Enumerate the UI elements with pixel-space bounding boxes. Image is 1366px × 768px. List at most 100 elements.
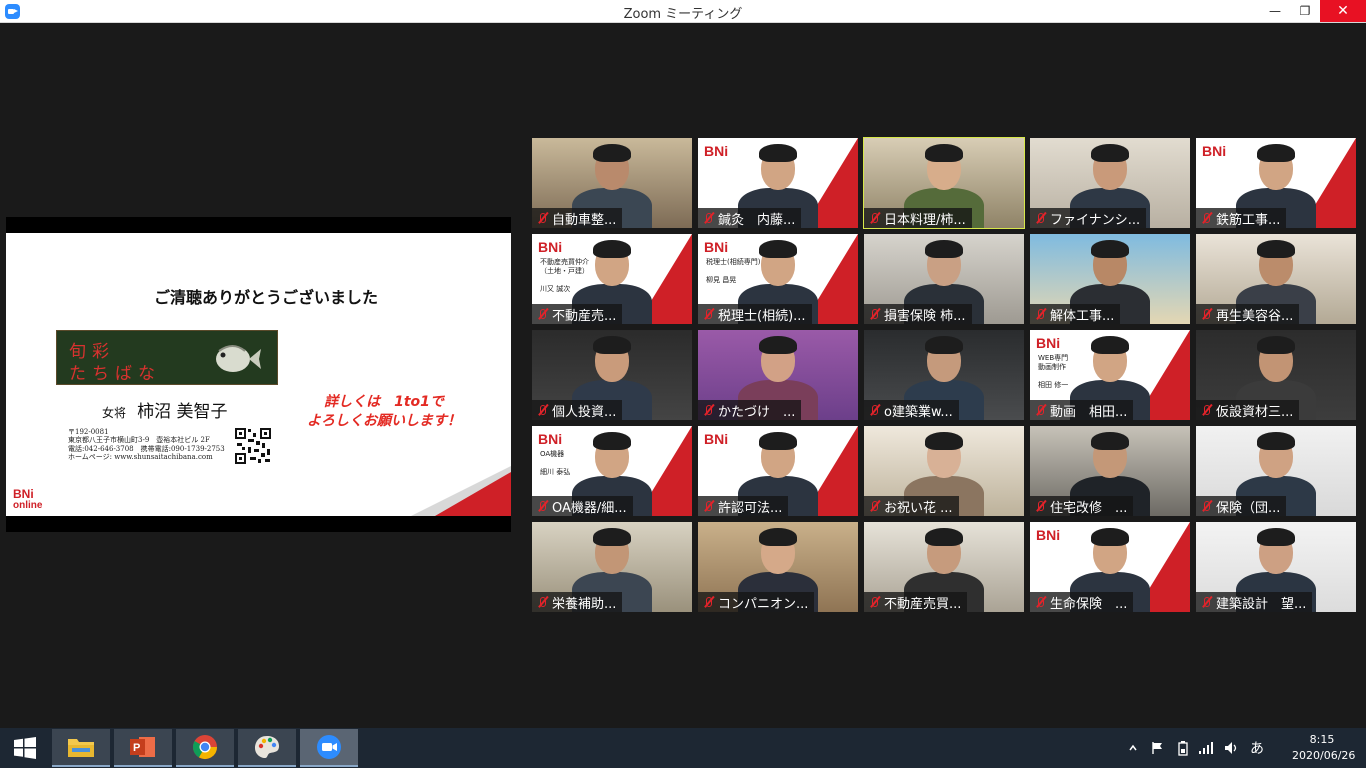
taskbar-powerpoint[interactable]: P	[114, 729, 172, 767]
clock-time: 8:15	[1309, 733, 1335, 746]
taskbar-explorer[interactable]	[52, 729, 110, 767]
participant-tile[interactable]: 不動産売買...	[864, 522, 1024, 612]
muted-mic-icon	[702, 500, 714, 514]
participant-name: 生命保険 ...	[1050, 597, 1128, 612]
muted-mic-icon	[702, 404, 714, 418]
shop-sign: 旬彩 たちばな	[56, 330, 278, 385]
participant-tile[interactable]: 個人投資...	[532, 330, 692, 420]
slide-title: ご清聴ありがとうございました	[153, 288, 378, 307]
ime-indicator[interactable]: あ	[1250, 728, 1264, 768]
volume-indicator[interactable]	[1224, 728, 1240, 768]
zoom-icon	[317, 735, 341, 759]
address-block: 〒192-0081 東京都八王子市横山町3-9 壺裕本社ビル 2F 電話:042…	[68, 428, 225, 462]
participant-name: 日本料理/柿...	[884, 213, 966, 228]
muted-mic-icon	[536, 404, 548, 418]
participant-tile[interactable]: コンパニオン...	[698, 522, 858, 612]
taskbar-paint[interactable]	[238, 729, 296, 767]
muted-mic-icon	[868, 596, 880, 610]
participant-tile[interactable]: o建築業w...	[864, 330, 1024, 420]
taskbar-zoom[interactable]	[300, 729, 358, 767]
participant-name-label: 住宅改修 ...	[1030, 496, 1134, 516]
brand-subtext: online	[13, 500, 43, 511]
participant-tile[interactable]: 再生美容谷...	[1196, 234, 1356, 324]
network-indicator[interactable]	[1198, 728, 1214, 768]
muted-mic-icon	[868, 308, 880, 322]
close-button[interactable]: ✕	[1320, 0, 1366, 22]
participant-name-label: 動画 相田...	[1030, 400, 1134, 420]
system-clock[interactable]: 8:15 2020/06/26	[1292, 732, 1356, 764]
participant-tile[interactable]: 解体工事...	[1030, 234, 1190, 324]
participant-name: 建築設計 望...	[1216, 597, 1307, 612]
muted-mic-icon	[702, 596, 714, 610]
participant-tile[interactable]: お祝い花 ...	[864, 426, 1024, 516]
show-hidden-icons[interactable]	[1128, 728, 1138, 768]
participant-tile[interactable]: BNi 不動産売買仲介 （土地・戸建） 川又 誠次 不動産売...	[532, 234, 692, 324]
svg-text:P: P	[133, 742, 140, 754]
speaker-icon	[1225, 742, 1237, 754]
battery-indicator[interactable]	[1176, 728, 1190, 768]
muted-mic-icon	[868, 404, 880, 418]
muted-mic-icon	[1200, 212, 1212, 226]
muted-mic-icon	[536, 212, 548, 226]
participant-name-label: 鍼灸 内藤...	[698, 208, 802, 228]
participant-name: コンパニオン...	[718, 597, 809, 612]
participant-tile[interactable]: 住宅改修 ...	[1030, 426, 1190, 516]
bni-online-logo: BNi online	[13, 487, 43, 511]
participant-tile[interactable]: 保険（団...	[1196, 426, 1356, 516]
address-line: ホームページ: www.shunsaitachibana.com	[68, 453, 213, 462]
participant-tile[interactable]: 自動車整...	[532, 138, 692, 228]
participant-tile[interactable]: BNi 税理士(相続専門) 柳見 昌晃 税理士(相続)...	[698, 234, 858, 324]
participant-tile[interactable]: 栄養補助...	[532, 522, 692, 612]
participant-name: 個人投資...	[552, 405, 617, 420]
clock-date: 2020/06/26	[1292, 749, 1356, 762]
participant-name: 許認可法...	[718, 501, 783, 516]
participant-name: 動画 相田...	[1050, 405, 1128, 420]
participant-tile[interactable]: BNi 生命保険 ...	[1030, 522, 1190, 612]
participant-name-label: 栄養補助...	[532, 592, 623, 612]
chrome-icon	[192, 735, 217, 760]
name-card-text: 不動産売買仲介 （土地・戸建） 川又 誠次	[540, 258, 589, 293]
shared-screen[interactable]: ご清聴ありがとうございました 旬彩 たちばな 女将 柿沼 美智子 〒192-00…	[6, 217, 511, 532]
participant-name: 保険（団...	[1216, 501, 1281, 516]
start-button[interactable]	[0, 728, 50, 768]
bni-logo: BNi	[704, 239, 729, 255]
window-titlebar: Zoom ミーティング — ❐ ✕	[0, 0, 1366, 23]
address-line: 東京都八王子市横山町3-9 壺裕本社ビル 2F	[68, 436, 210, 445]
muted-mic-icon	[1034, 500, 1046, 514]
bni-logo: BNi	[1202, 143, 1227, 159]
participant-tile[interactable]: BNi 鍼灸 内藤...	[698, 138, 858, 228]
participant-tile[interactable]: BNi WEB専門 動画制作 相田 修一 動画 相田...	[1030, 330, 1190, 420]
powerpoint-icon: P	[130, 737, 155, 757]
participant-name-label: 仮設資材三...	[1196, 400, 1300, 420]
participant-name: 栄養補助...	[552, 597, 617, 612]
taskbar-chrome[interactable]	[176, 729, 234, 767]
participant-tile[interactable]: BNi 許認可法...	[698, 426, 858, 516]
participant-name-label: 不動産売...	[532, 304, 623, 324]
participant-tile[interactable]: 損害保険 柿...	[864, 234, 1024, 324]
brand-text: BNi	[13, 487, 34, 501]
chevron-up-icon	[1129, 744, 1137, 751]
participant-name: 自動車整...	[552, 213, 617, 228]
participant-tile[interactable]: 仮設資材三...	[1196, 330, 1356, 420]
shared-slide: ご清聴ありがとうございました 旬彩 たちばな 女将 柿沼 美智子 〒192-00…	[6, 233, 511, 516]
participant-name-label: 保険（団...	[1196, 496, 1287, 516]
participant-tile[interactable]: かたづけ ...	[698, 330, 858, 420]
participant-name: 不動産売...	[552, 309, 617, 324]
meeting-stage: ご清聴ありがとうございました 旬彩 たちばな 女将 柿沼 美智子 〒192-00…	[0, 23, 1366, 728]
owner-role: 女将	[102, 406, 127, 420]
participant-tile[interactable]: 建築設計 望...	[1196, 522, 1356, 612]
participant-tile[interactable]: BNi OA機器 細川 泰弘 OA機器/細...	[532, 426, 692, 516]
slide-corner-decoration	[411, 466, 511, 516]
muted-mic-icon	[1034, 212, 1046, 226]
muted-mic-icon	[536, 596, 548, 610]
participant-name: o建築業w...	[884, 405, 953, 420]
muted-mic-icon	[868, 500, 880, 514]
participant-name: 損害保険 柿...	[884, 309, 966, 324]
participant-tile[interactable]: ファイナンシ...	[1030, 138, 1190, 228]
participant-tile[interactable]: BNi 鉄筋工事...	[1196, 138, 1356, 228]
participant-name: 仮設資材三...	[1216, 405, 1294, 420]
participant-tile[interactable]: 日本料理/柿...	[863, 137, 1025, 229]
shop-name-line2: たちばな	[69, 364, 161, 384]
participant-name-label: かたづけ ...	[698, 400, 802, 420]
action-flag[interactable]	[1150, 728, 1164, 768]
